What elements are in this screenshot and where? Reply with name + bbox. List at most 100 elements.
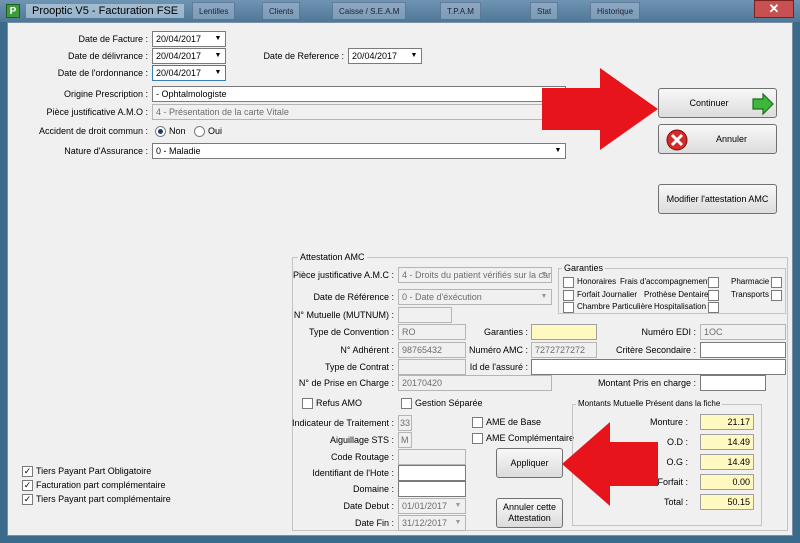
piece-amo-field[interactable]: 4 - Présentation de la carte Vitale — [152, 104, 566, 120]
garanties-field[interactable] — [531, 324, 597, 340]
checkbox-frais[interactable] — [708, 277, 719, 288]
aiguillage-field[interactable]: M — [398, 432, 412, 448]
radio-oui-label: Oui — [208, 126, 223, 136]
date-facture-label: Date de Facture : — [78, 34, 148, 44]
checkbox-tiers-obligatoire[interactable]: ✓ — [22, 466, 33, 477]
numero-amc-field[interactable]: 7272727272 — [531, 342, 597, 358]
close-button[interactable]: ✕ — [754, 0, 794, 18]
dropdown-arrow-icon[interactable]: ▼ — [537, 268, 551, 282]
date-reference-label: Date de Reference : — [263, 51, 344, 61]
mutuelle-field[interactable] — [398, 307, 452, 323]
annuler-button[interactable]: Annuler — [658, 124, 777, 154]
og-field[interactable]: 14.49 — [700, 454, 754, 470]
piece-amc-select[interactable]: 4 - Droits du patient vérifiés sur la ca… — [398, 267, 552, 283]
checkbox-refus-amo[interactable] — [302, 398, 313, 409]
mutuelle-label: N° Mutuelle (MUTNUM) : — [293, 310, 394, 320]
attestation-amc-title: Attestation AMC — [298, 251, 367, 263]
date-fin-picker[interactable]: 31/12/2017 ▼ — [398, 515, 466, 531]
date-facture-picker[interactable]: 20/04/2017 ▼ — [152, 31, 226, 47]
adherent-label: N° Adhérent : — [340, 345, 394, 355]
assure-field[interactable] — [531, 359, 786, 375]
tiers-obligatoire-label: Tiers Payant Part Obligatoire — [36, 466, 152, 476]
hospitalisation-label: Hospitalisation — [654, 302, 707, 311]
checkbox-hospitalisation[interactable] — [708, 302, 719, 313]
date-reference-amc-select[interactable]: 0 - Date d'éxécution ▼ — [398, 289, 552, 305]
dropdown-arrow-icon[interactable]: ▼ — [451, 516, 465, 530]
aiguillage-label: Aiguillage STS : — [329, 435, 394, 445]
checkbox-gestion-separee[interactable] — [401, 398, 412, 409]
transports-label: Transports — [731, 290, 769, 299]
checkbox-tiers-complementaire[interactable]: ✓ — [22, 494, 33, 505]
date-delivrance-picker[interactable]: 20/04/2017 ▼ — [152, 48, 226, 64]
taskbar-item-clients[interactable]: Clients — [262, 2, 301, 20]
dropdown-arrow-icon[interactable]: ▼ — [211, 49, 225, 63]
pharmacie-label: Pharmacie — [731, 277, 770, 286]
piece-amc-label: Pièce justificative A.M.C : — [292, 270, 394, 280]
gestion-separee-label: Gestion Séparée — [415, 398, 483, 408]
checkbox-chambre[interactable] — [563, 302, 574, 313]
hote-field[interactable] — [398, 465, 466, 481]
routage-field[interactable] — [398, 449, 466, 465]
annuler-attestation-button[interactable]: Annuler cette Attestation — [496, 498, 563, 528]
date-reference-amc-label: Date de Référence : — [313, 292, 394, 302]
montant-pris-field[interactable] — [700, 375, 766, 391]
checkbox-ame-base[interactable] — [472, 417, 483, 428]
numero-edi-field[interactable]: 1OC — [700, 324, 786, 340]
taskbar-item-historique[interactable]: Historique — [590, 2, 641, 20]
checkbox-forfait-journalier[interactable] — [563, 290, 574, 301]
convention-label: Type de Convention : — [308, 327, 394, 337]
modifier-attestation-button[interactable]: Modifier l'attestation AMC — [658, 184, 777, 214]
indicateur-label: Indicateur de Traitement : — [292, 418, 395, 428]
date-ordonnance-picker[interactable]: 20/04/2017 ▼ — [152, 65, 226, 81]
numero-edi-label: Numéro EDI : — [641, 327, 696, 337]
checkbox-honoraires[interactable] — [563, 277, 574, 288]
date-debut-picker[interactable]: 01/01/2017 ▼ — [398, 498, 466, 514]
montants-group-title: Montants Mutuelle Présent dans la fiche — [576, 398, 723, 410]
refus-amo-label: Refus AMO — [316, 398, 363, 408]
domaine-label: Domaine : — [352, 484, 394, 494]
numero-amc-label: Numéro AMC : — [468, 345, 528, 355]
checkbox-ame-comp[interactable] — [472, 433, 483, 444]
dropdown-arrow-icon[interactable]: ▼ — [451, 499, 465, 513]
red-arrow-annotation-continuer — [542, 68, 658, 150]
piece-amo-label: Pièce justificative A.M.O : — [46, 107, 148, 117]
indicateur-field[interactable]: 33 — [398, 415, 412, 431]
contrat-label: Type de Contrat : — [324, 362, 394, 372]
checkbox-pharmacie[interactable] — [771, 277, 782, 288]
hote-label: Identifiant de l'Hote : — [312, 468, 394, 478]
adherent-field[interactable]: 98765432 — [398, 342, 466, 358]
taskbar-item-lentilles[interactable]: Lentilles — [192, 2, 236, 20]
checkbox-prothese[interactable] — [708, 290, 719, 301]
radio-non[interactable] — [155, 126, 166, 137]
date-delivrance-label: Date de délivrance : — [67, 51, 148, 61]
date-reference-picker[interactable]: 20/04/2017 ▼ — [348, 48, 422, 64]
total-field[interactable]: 50.15 — [700, 494, 754, 510]
dropdown-arrow-icon[interactable]: ▼ — [211, 66, 225, 80]
nature-assurance-select[interactable]: 0 - Maladie ▼ — [152, 143, 566, 159]
origine-prescription-field[interactable]: - Ophtalmologiste — [152, 86, 566, 102]
forfait-field[interactable]: 0.00 — [700, 474, 754, 490]
domaine-field[interactable] — [398, 481, 466, 497]
facturation-complementaire-label: Facturation part complémentaire — [36, 480, 166, 490]
continuer-button[interactable]: Continuer — [658, 88, 777, 118]
od-field[interactable]: 14.49 — [700, 434, 754, 450]
red-arrow-annotation-appliquer — [562, 422, 658, 506]
taskbar-item-stat[interactable]: Stat — [530, 2, 559, 20]
montant-pris-label: Montant Pris en charge : — [597, 378, 696, 388]
dropdown-arrow-icon[interactable]: ▼ — [211, 32, 225, 46]
checkbox-facturation-complementaire[interactable]: ✓ — [22, 480, 33, 491]
date-debut-label: Date Debut : — [343, 501, 394, 511]
checkbox-transports[interactable] — [771, 290, 782, 301]
convention-field[interactable]: RO — [398, 324, 466, 340]
dropdown-arrow-icon[interactable]: ▼ — [407, 49, 421, 63]
critere-field[interactable] — [700, 342, 786, 358]
dropdown-arrow-icon[interactable]: ▼ — [537, 290, 551, 304]
prise-charge-field[interactable]: 20170420 — [398, 375, 552, 391]
taskbar-item-tpam[interactable]: T.P.A.M — [440, 2, 481, 20]
taskbar-item-caisse[interactable]: Caisse / S.E.A.M — [332, 2, 407, 20]
appliquer-button[interactable]: Appliquer — [496, 448, 563, 478]
radio-oui[interactable] — [194, 126, 205, 137]
monture-field[interactable]: 21.17 — [700, 414, 754, 430]
frais-label: Frais d'accompagnement — [620, 277, 710, 286]
contrat-field[interactable] — [398, 359, 466, 375]
